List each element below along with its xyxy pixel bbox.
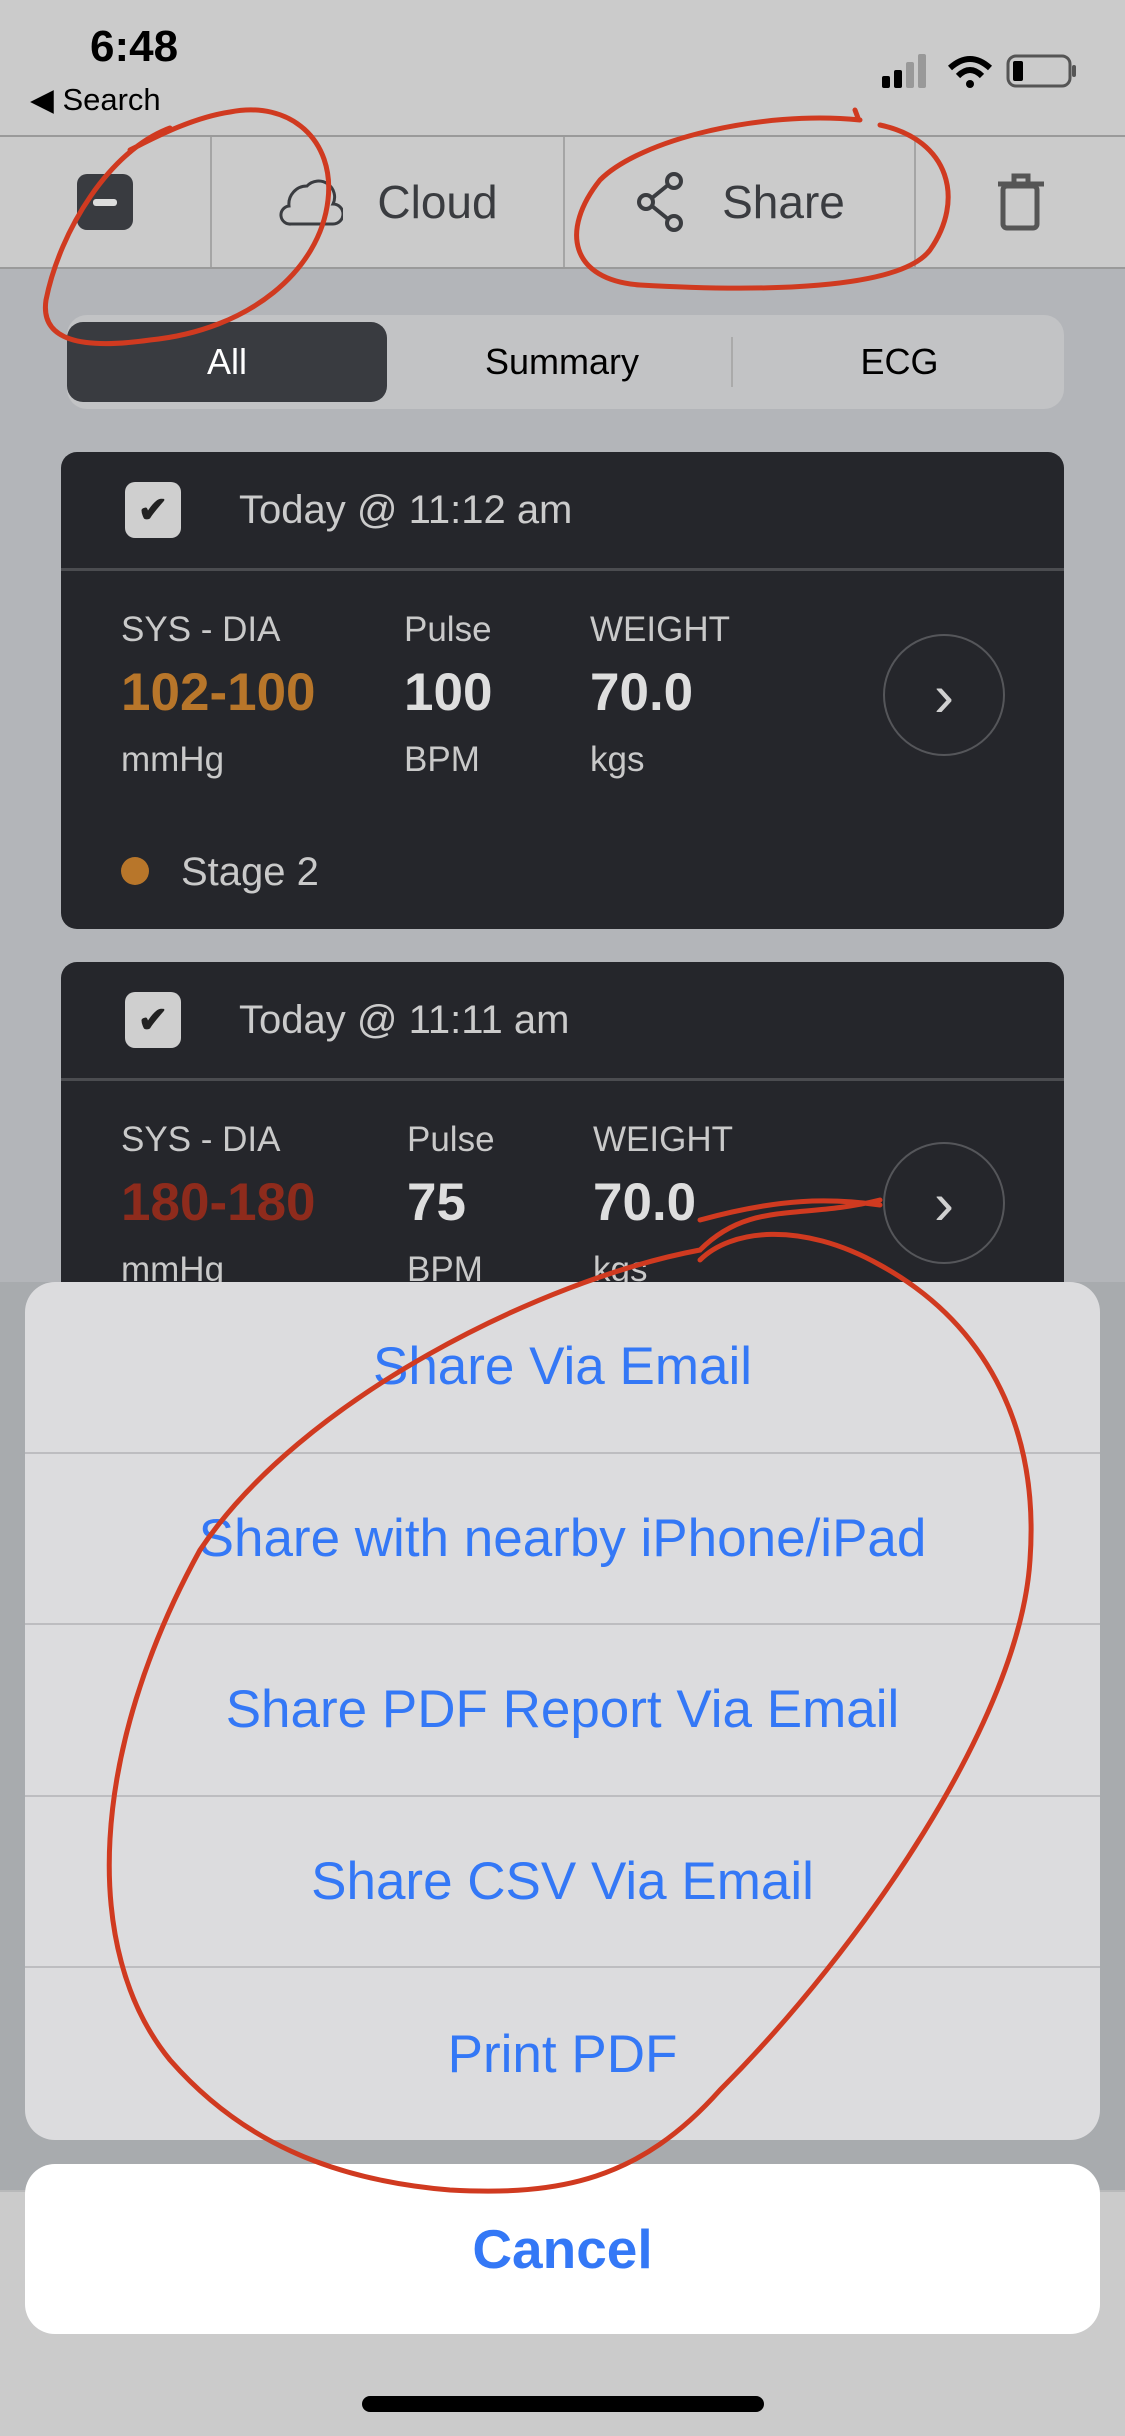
share-nearby-option[interactable]: Share with nearby iPhone/iPad (25, 1454, 1100, 1626)
segmented-control: All Summary ECG (67, 315, 1064, 409)
share-csv-option[interactable]: Share CSV Via Email (25, 1797, 1100, 1969)
weight-label: WEIGHT (590, 610, 730, 649)
share-label: Share (722, 176, 845, 228)
weight-unit: kgs (590, 740, 645, 779)
checkbox-checked-icon[interactable]: ✔ (125, 992, 181, 1048)
chevron-right-icon[interactable]: › (883, 1142, 1005, 1264)
wifi-icon (947, 56, 993, 88)
back-to-search-link[interactable]: ◀ Search (30, 82, 161, 118)
checkbox-checked-icon[interactable]: ✔ (125, 482, 181, 538)
cancel-button[interactable]: Cancel (25, 2164, 1100, 2334)
toolbar: Cloud Share (0, 135, 1125, 269)
share-button[interactable]: Share (565, 137, 914, 267)
status-icons (882, 54, 1076, 88)
pulse-unit: BPM (404, 740, 480, 779)
pulse-label: Pulse (407, 1120, 495, 1159)
minus-checkbox-icon (77, 174, 133, 230)
trash-icon (997, 173, 1044, 231)
share-via-email-option[interactable]: Share Via Email (25, 1282, 1100, 1454)
back-triangle-icon: ◀ (30, 82, 63, 117)
weight-value: 70.0 (590, 663, 694, 722)
cloud-icon (279, 179, 344, 226)
share-pdf-report-option[interactable]: Share PDF Report Via Email (25, 1625, 1100, 1797)
reading-date: Today @ 11:11 am (239, 998, 570, 1042)
status-bar: 6:48 ◀ Search (0, 0, 1125, 135)
print-pdf-option[interactable]: Print PDF (25, 1968, 1100, 2140)
bp-value: 102-100 (121, 663, 316, 722)
reading-date: Today @ 11:12 am (239, 488, 573, 532)
share-icon (637, 172, 684, 232)
reading-card[interactable]: ✔ Today @ 11:12 am SYS - DIA 102-100 mmH… (61, 452, 1064, 929)
stage-label: Stage 2 (181, 850, 319, 894)
chevron-right-icon[interactable]: › (883, 634, 1005, 756)
weight-value: 70.0 (593, 1173, 697, 1232)
cloud-button[interactable]: Cloud (212, 137, 563, 267)
segment-ecg[interactable]: ECG (735, 322, 1064, 402)
delete-button[interactable] (916, 137, 1125, 267)
deselect-all-button[interactable] (0, 137, 210, 267)
pulse-value: 75 (407, 1173, 466, 1232)
battery-icon (1006, 54, 1076, 88)
back-label: Search (62, 82, 161, 117)
action-sheet: Share Via Email Share with nearby iPhone… (25, 1282, 1100, 2140)
stage-dot-icon (121, 857, 149, 885)
sys-dia-label: SYS - DIA (121, 610, 281, 649)
segment-all[interactable]: All (67, 322, 387, 402)
bp-unit: mmHg (121, 740, 225, 779)
clock: 6:48 (90, 22, 179, 71)
signal-icon (882, 54, 926, 88)
sys-dia-label: SYS - DIA (121, 1120, 281, 1159)
cloud-label: Cloud (377, 176, 498, 228)
bp-value: 180-180 (121, 1173, 316, 1232)
weight-label: WEIGHT (593, 1120, 733, 1159)
pulse-value: 100 (404, 663, 493, 722)
pulse-label: Pulse (404, 610, 492, 649)
segment-summary[interactable]: Summary (397, 322, 727, 402)
home-indicator[interactable] (362, 2396, 764, 2412)
